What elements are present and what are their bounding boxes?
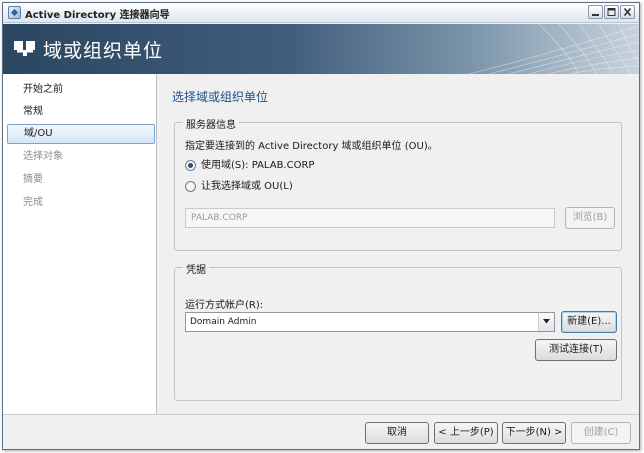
close-button[interactable] xyxy=(620,5,635,19)
credentials-group: 凭据 运行方式帐户(R): Domain Admin 新建(E)... 测试连接… xyxy=(174,261,622,401)
next-button[interactable]: 下一步(N) > xyxy=(502,422,566,444)
use-domain-radio[interactable] xyxy=(185,160,196,171)
run-as-account-select[interactable]: Domain Admin xyxy=(185,312,555,332)
wizard-app-icon xyxy=(8,6,21,19)
nav-item-summary: 摘要 xyxy=(23,174,43,185)
close-icon xyxy=(623,8,632,16)
minimize-button[interactable] xyxy=(588,5,603,19)
create-button: 创建(C) xyxy=(571,422,631,444)
run-as-account-label: 运行方式帐户(R): xyxy=(185,300,264,311)
domain-ou-icon xyxy=(14,41,35,56)
nav-item-before-you-begin[interactable]: 开始之前 xyxy=(7,80,155,100)
run-as-account-value: Domain Admin xyxy=(190,317,257,327)
server-info-group: 服务器信息 指定要连接到的 Active Directory 域或组织单位 (O… xyxy=(174,116,622,251)
wizard-window: Active Directory 连接器向导 域或组织单位 开始之前 常规 域/… xyxy=(2,2,640,450)
window-title: Active Directory 连接器向导 xyxy=(25,10,170,21)
banner-mesh-graphic xyxy=(468,24,639,74)
nav-item-general[interactable]: 常规 xyxy=(7,102,155,122)
browse-button: 浏览(B) xyxy=(565,207,615,229)
content-pane: 选择域或组织单位 服务器信息 指定要连接到的 Active Directory … xyxy=(158,74,639,414)
banner-title: 域或组织单位 xyxy=(43,40,164,62)
maximize-icon xyxy=(607,8,616,16)
maximize-button[interactable] xyxy=(604,5,619,19)
nav-item-domain-ou[interactable]: 域/OU xyxy=(7,124,155,144)
wizard-steps-nav: 开始之前 常规 域/OU 选择对象 摘要 完成 xyxy=(3,74,157,414)
new-account-button[interactable]: 新建(E)... xyxy=(561,311,617,333)
ou-path-field: PALAB.CORP xyxy=(185,208,555,228)
minimize-icon xyxy=(592,14,599,16)
choose-ou-radio-row[interactable]: 让我选择域或 OU(L) xyxy=(185,180,405,194)
page-heading: 选择域或组织单位 xyxy=(172,90,269,104)
title-bar: Active Directory 连接器向导 xyxy=(3,3,639,23)
use-domain-label: 使用域(S): PALAB.CORP xyxy=(201,160,315,171)
nav-item-select-objects: 选择对象 xyxy=(23,151,63,162)
test-connection-button[interactable]: 测试连接(T) xyxy=(535,339,617,361)
choose-ou-radio[interactable] xyxy=(185,181,196,192)
wizard-banner: 域或组织单位 xyxy=(3,24,639,74)
use-domain-radio-row[interactable]: 使用域(S): PALAB.CORP xyxy=(185,159,405,173)
credentials-title: 凭据 xyxy=(183,261,209,276)
nav-item-completion: 完成 xyxy=(23,197,43,208)
choose-ou-label: 让我选择域或 OU(L) xyxy=(201,181,293,192)
dropdown-arrow-button[interactable] xyxy=(538,313,554,331)
cancel-button[interactable]: 取消 xyxy=(365,422,429,444)
previous-button[interactable]: < 上一步(P) xyxy=(434,422,498,444)
server-description: 指定要连接到的 Active Directory 域或组织单位 (OU)。 xyxy=(185,141,438,152)
chevron-down-icon xyxy=(543,319,550,324)
server-info-title: 服务器信息 xyxy=(183,116,239,131)
wizard-footer: 取消 < 上一步(P) 下一步(N) > 创建(C) xyxy=(3,414,639,449)
